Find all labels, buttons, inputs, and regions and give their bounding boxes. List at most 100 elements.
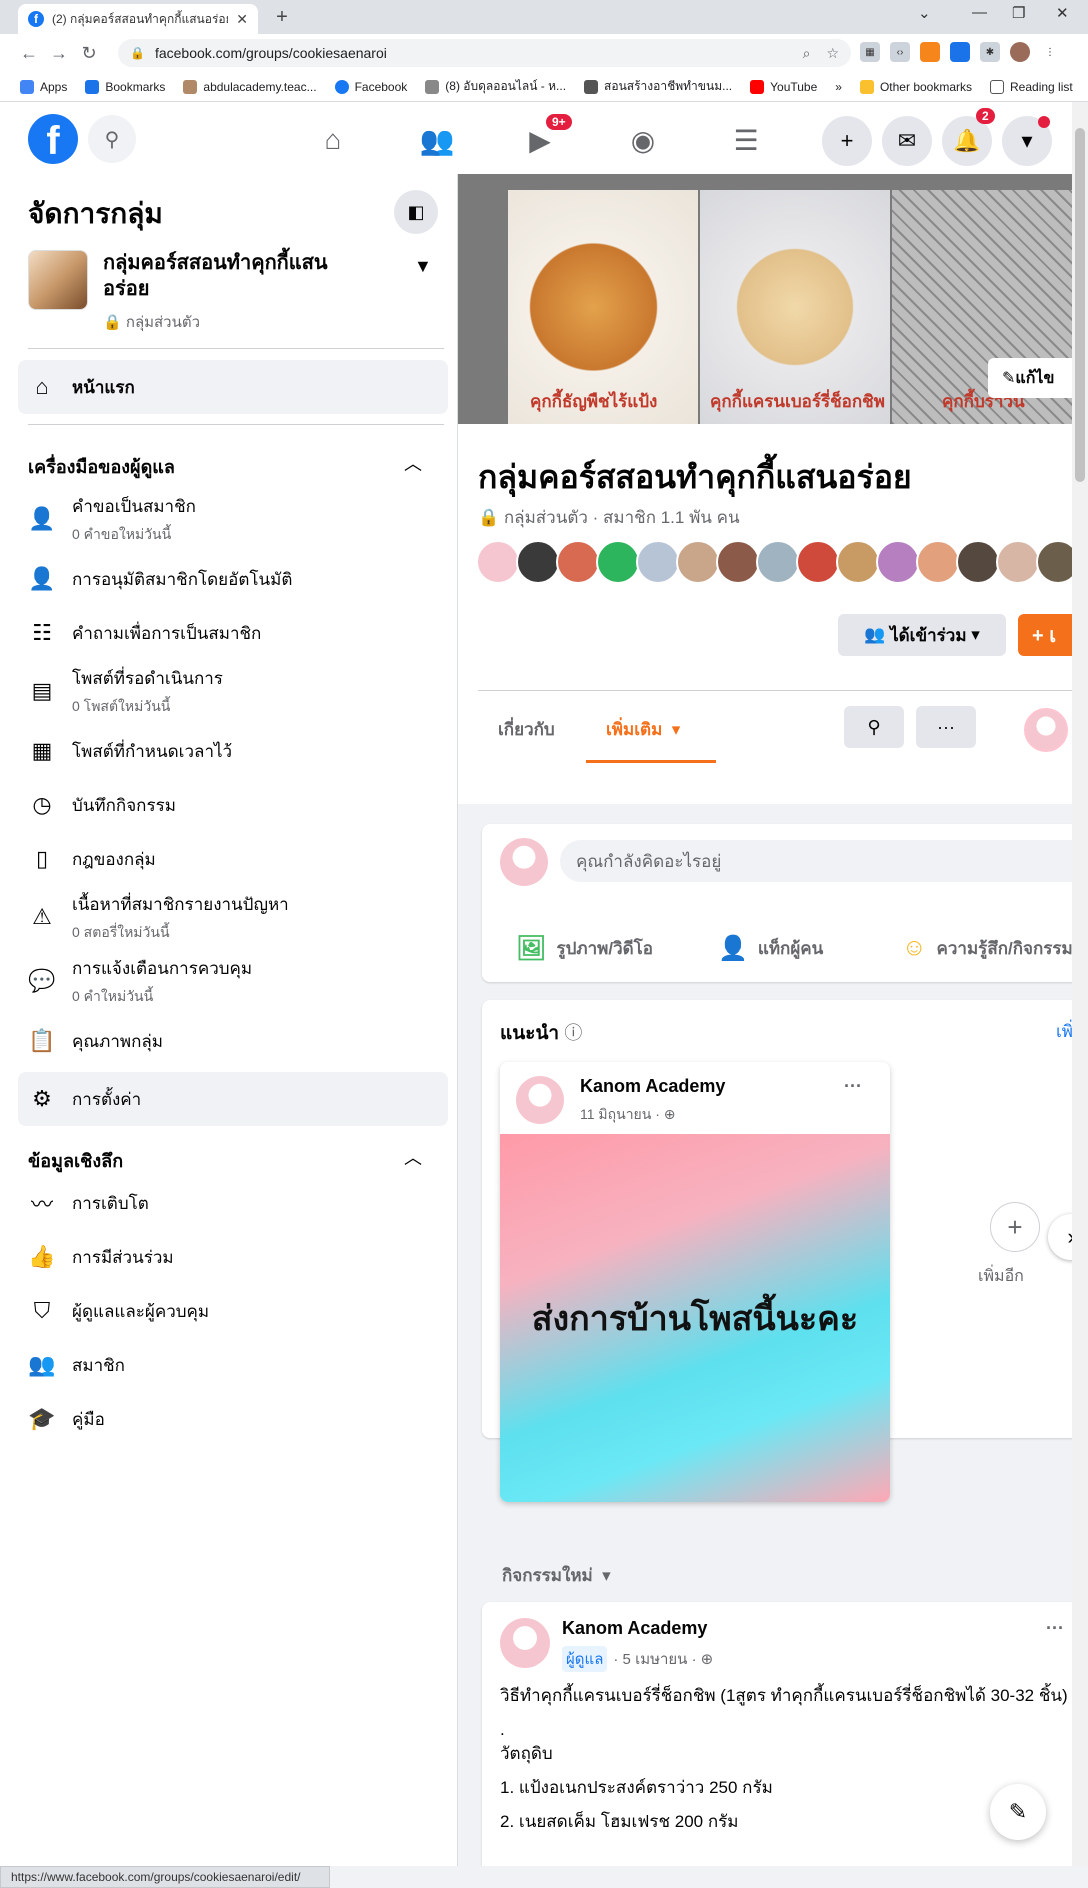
see-all-link[interactable]: เพิ่ (1056, 1018, 1072, 1045)
info-icon[interactable]: ⓘ (564, 1023, 582, 1043)
tag-people-button[interactable]: 👤 แท็กผู้คน (718, 934, 823, 963)
bookmark-item[interactable]: Bookmarks (85, 79, 165, 94)
member-avatar[interactable] (756, 540, 800, 584)
close-window-button[interactable]: ✕ (1056, 4, 1069, 22)
edit-cover-button[interactable]: ✎ แก้ไข (988, 358, 1072, 398)
collapse-sidebar-icon[interactable]: ◧ (394, 190, 438, 234)
member-avatar[interactable] (996, 540, 1040, 584)
bookmark-item[interactable]: Other bookmarks (859, 79, 972, 94)
bookmark-item[interactable]: (8) อับดุลออนไลน์ - ห... (425, 77, 566, 96)
sidebar-item-members[interactable]: 👥 สมาชิก (18, 1342, 448, 1388)
metamask-icon[interactable] (920, 42, 940, 62)
more-options-icon[interactable]: ··· (844, 1076, 862, 1097)
sort-dropdown[interactable]: กิจกรรมใหม่ ▾ (502, 1562, 611, 1589)
menu-icon[interactable]: ☰ (726, 120, 766, 160)
member-avatar[interactable] (836, 540, 880, 584)
bookmark-item[interactable]: Reading list (990, 79, 1073, 94)
post-image[interactable]: ส่งการบ้านโพสนี้นะคะ (500, 1134, 890, 1502)
new-tab-button[interactable]: + (270, 6, 294, 29)
sidebar-item-guides[interactable]: 🎓 คู่มือ (18, 1396, 448, 1442)
member-avatar[interactable] (636, 540, 680, 584)
sidebar-item-member-requests[interactable]: 👤 คำขอเป็นสมาชิก 0 คำขอใหม่วันนี้ (18, 492, 448, 546)
sidebar-item-admins[interactable]: ⛉ ผู้ดูแลและผู้ควบคุม (18, 1288, 448, 1334)
reload-icon[interactable]: ↻ (74, 43, 104, 64)
messenger-icon[interactable]: ✉ (882, 116, 932, 166)
tab-about[interactable]: เกี่ยวกับ (498, 716, 555, 743)
joined-button[interactable]: 👥 ได้เข้าร่วม ▾ (838, 614, 1006, 656)
featured-post[interactable]: Kanom Academy 11 มิถุนายน · ⊕ ··· ส่งการ… (500, 1062, 890, 1502)
invite-button[interactable]: + เ (1018, 614, 1072, 656)
member-avatar[interactable] (596, 540, 640, 584)
photo-video-button[interactable]: 🖼 รูปภาพ/วิดีโอ (516, 934, 653, 963)
home-icon[interactable]: ⌂ (313, 120, 353, 160)
menu-icon[interactable]: ⋮ (1040, 42, 1060, 62)
more-options-button[interactable]: ··· (916, 706, 976, 748)
avatar[interactable] (516, 1076, 564, 1124)
member-avatar[interactable] (796, 540, 840, 584)
sidebar-item-group-rules[interactable]: ▯ กฎของกลุ่ม (18, 836, 448, 882)
groups-icon[interactable]: ◉ (623, 120, 663, 160)
more-options-icon[interactable]: ··· (1046, 1618, 1064, 1639)
caret-down-icon[interactable]: ▼ (414, 256, 432, 277)
search-icon[interactable]: ⚲ (88, 115, 136, 163)
friends-icon[interactable]: 👥 (417, 120, 457, 160)
feeling-activity-button[interactable]: ☺ ความรู้สึก/กิจกรรม (902, 934, 1072, 962)
avatar[interactable] (500, 1618, 550, 1668)
sidebar-item-activity-log[interactable]: ◷ บันทึกกิจกรรม (18, 782, 448, 828)
profile-avatar[interactable] (1010, 42, 1030, 62)
whats-on-your-mind-input[interactable]: คุณกำลังคิดอะไรอยู่ (560, 840, 1072, 882)
member-avatar[interactable] (916, 540, 960, 584)
forward-icon[interactable]: → (44, 43, 74, 64)
page-scrollbar[interactable] (1072, 102, 1088, 1866)
member-avatar[interactable] (876, 540, 920, 584)
create-button[interactable]: + (822, 116, 872, 166)
sidebar-item-auto-approve[interactable]: 👤 การอนุมัติสมาชิกโดยอัตโนมัติ (18, 556, 448, 602)
tab-more[interactable]: เพิ่มเติม ▾ (606, 716, 680, 743)
chevron-up-icon[interactable]: ︿ (404, 1144, 422, 1170)
member-avatar[interactable] (516, 540, 560, 584)
member-avatar[interactable] (956, 540, 1000, 584)
sidebar-item-growth[interactable]: 〰 การเติบโต (18, 1180, 448, 1226)
more-bookmarks-icon[interactable]: » (835, 80, 842, 94)
sidebar-item-reported-content[interactable]: ⚠ เนื้อหาที่สมาชิกรายงานปัญหา 0 สตอรี่ใหม… (18, 890, 448, 944)
add-featured-button[interactable]: + (990, 1202, 1040, 1252)
bookmark-item[interactable]: YouTube (750, 79, 817, 94)
post-author[interactable]: Kanom Academy (580, 1076, 725, 1097)
sidebar-item-membership-questions[interactable]: ☷ คำถามเพื่อการเป็นสมาชิก (18, 610, 448, 656)
member-avatar[interactable] (476, 540, 520, 584)
facebook-logo-icon[interactable]: f (28, 114, 78, 164)
sidebar-item-pending-posts[interactable]: ▤ โพสต์ที่รอดำเนินการ 0 โพสต์ใหม่วันนี้ (18, 664, 448, 718)
sidebar-item-moderation-alerts[interactable]: 💬 การแจ้งเตือนการควบคุม 0 คำใหม่วันนี้ (18, 954, 448, 1008)
bookmark-star-icon[interactable]: ☆ (826, 45, 839, 62)
next-arrow-icon[interactable]: › (1048, 1214, 1072, 1260)
sidebar-item-settings[interactable]: ⚙ การตั้งค่า (18, 1072, 448, 1126)
bookmark-item[interactable]: Facebook (334, 79, 407, 94)
sidebar-item-group-quality[interactable]: 📋 คุณภาพกลุ่ม (18, 1018, 448, 1064)
scrollbar-thumb[interactable] (1075, 128, 1085, 482)
bookmark-item[interactable]: abdulacademy.teac... (183, 79, 317, 94)
member-avatar[interactable] (556, 540, 600, 584)
close-tab-icon[interactable]: ✕ (236, 11, 248, 28)
sidebar-item-home[interactable]: ⌂ หน้าแรก (18, 360, 448, 414)
post-author[interactable]: Kanom Academy (562, 1618, 707, 1639)
group-title[interactable]: กลุ่มคอร์สสอนทำคุกกี้แสนอร่อย (478, 452, 912, 503)
puzzle-icon[interactable]: ✱ (980, 42, 1000, 62)
group-search-button[interactable]: ⚲ (844, 706, 904, 748)
new-message-button[interactable]: ✎ (990, 1784, 1046, 1840)
zoom-icon[interactable]: ⌕ (803, 45, 811, 62)
url-bar[interactable]: 🔒 facebook.com/groups/cookiesaenaroi ⌕ ☆ (118, 39, 851, 67)
sidebar-item-scheduled-posts[interactable]: ▦ โพสต์ที่กำหนดเวลาไว้ (18, 728, 448, 774)
back-icon[interactable]: ← (14, 43, 44, 64)
browser-tab[interactable]: f (2) กลุ่มคอร์สสอนทำคุกกี้แสนอร่อย | F … (18, 4, 258, 34)
bookmark-item[interactable]: Apps (20, 79, 67, 94)
restore-button[interactable]: ❐ (1012, 4, 1025, 22)
bookmark-item[interactable]: สอนสร้างอาชีพทำขนม... (584, 77, 732, 96)
member-avatar[interactable] (676, 540, 720, 584)
member-avatar[interactable] (1036, 540, 1072, 584)
tab-search-icon[interactable]: ⌄ (918, 4, 931, 22)
extension-icon[interactable] (950, 42, 970, 62)
extension-icon[interactable]: ▦ (860, 42, 880, 62)
minimize-button[interactable]: — (972, 4, 987, 21)
sidebar-item-engagement[interactable]: 👍 การมีส่วนร่วม (18, 1234, 448, 1280)
chevron-up-icon[interactable]: ︿ (404, 450, 422, 476)
